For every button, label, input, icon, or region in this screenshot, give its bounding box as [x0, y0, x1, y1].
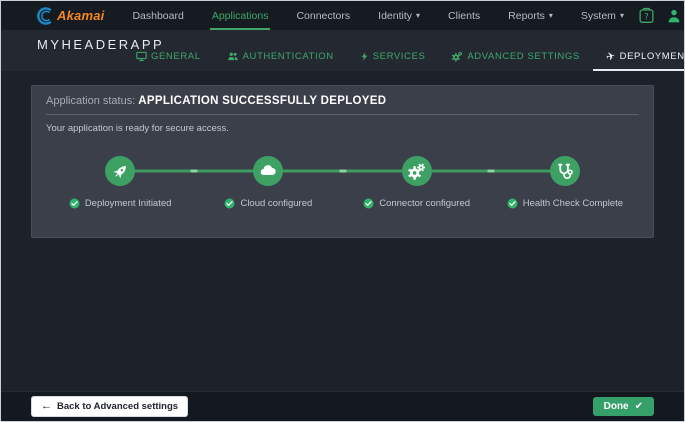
step-label-health-check: Health Check Complete [491, 198, 639, 209]
nav-system[interactable]: System ▾ [567, 1, 638, 30]
step-cloud-configured [194, 156, 342, 186]
status-value: APPLICATION SUCCESSFULLY DEPLOYED [138, 95, 387, 107]
nav-identity[interactable]: Identity ▾ [364, 1, 434, 30]
timeline-labels: Deployment Initiated Cloud configured Co… [46, 198, 639, 209]
user-icon[interactable] [666, 8, 682, 24]
timeline-steps [46, 156, 639, 186]
monitor-icon [136, 51, 147, 62]
chevron-down-icon: ▾ [416, 11, 421, 20]
topbar-right-controls: ? Trial [638, 7, 684, 24]
help-icon[interactable]: ? [638, 7, 655, 24]
panel-divider [46, 114, 639, 115]
arrow-left-icon: ← [41, 400, 52, 412]
tab-services[interactable]: SERVICES [347, 50, 439, 71]
footer-action-bar: ← Back to Advanced settings Done ✔ [1, 391, 684, 421]
akamai-logo[interactable]: Akamai [37, 6, 105, 25]
nav-applications[interactable]: Applications [198, 1, 283, 30]
nav-connectors[interactable]: Connectors [282, 1, 364, 30]
deployment-content: Application status: APPLICATION SUCCESSFU… [1, 71, 684, 238]
gears-icon [408, 163, 426, 180]
tab-authentication[interactable]: AUTHENTICATION [214, 50, 347, 71]
check-badge-icon [507, 198, 518, 209]
tab-deployment[interactable]: ✈ DEPLOYMENT [592, 49, 684, 71]
status-label: Application status: [46, 95, 136, 107]
step-label-connector-configured: Connector configured [343, 198, 491, 209]
nav-dashboard[interactable]: Dashboard [118, 1, 197, 30]
users-icon [227, 52, 238, 61]
svg-text:?: ? [644, 12, 649, 22]
check-badge-icon [363, 198, 374, 209]
top-navigation-bar: Akamai Dashboard Applications Connectors… [1, 1, 684, 30]
status-subtitle: Your application is ready for secure acc… [46, 123, 229, 134]
check-badge-icon [69, 198, 80, 209]
main-nav: Dashboard Applications Connectors Identi… [118, 1, 638, 30]
step-health-check [491, 156, 639, 186]
step-circle [401, 156, 432, 186]
check-badge-icon [225, 198, 235, 209]
step-circle [253, 156, 284, 186]
akamai-logo-icon [37, 6, 52, 25]
app-header: MYHEADERAPP GENERAL AUTHENTICATION SERVI… [1, 30, 684, 71]
tab-general[interactable]: GENERAL [123, 50, 214, 71]
nav-clients[interactable]: Clients [434, 1, 494, 30]
chevron-down-icon: ▾ [619, 11, 624, 20]
deployment-status-panel: Application status: APPLICATION SUCCESSFU… [31, 85, 654, 238]
plane-icon: ✈ [604, 49, 618, 65]
brand-name: Akamai [57, 8, 105, 23]
stethoscope-icon [558, 163, 574, 179]
chevron-down-icon: ▾ [548, 11, 553, 20]
gears-icon [452, 51, 463, 62]
app-tabs: GENERAL AUTHENTICATION SERVICES ADVANCED… [123, 49, 684, 71]
step-deployment-initiated [46, 156, 194, 186]
rocket-icon [113, 165, 126, 178]
step-circle [549, 156, 580, 186]
tab-advanced-settings[interactable]: ADVANCED SETTINGS [438, 50, 592, 71]
back-to-advanced-settings-button[interactable]: ← Back to Advanced settings [31, 396, 189, 417]
cloud-icon [261, 165, 277, 176]
akamai-eaa-window: Akamai Dashboard Applications Connectors… [0, 0, 685, 422]
step-label-deployment-initiated: Deployment Initiated [46, 198, 194, 209]
step-connector-configured [343, 156, 491, 186]
step-circle [105, 156, 136, 186]
check-icon: ✔ [634, 401, 643, 412]
done-button[interactable]: Done ✔ [592, 397, 654, 416]
nav-reports[interactable]: Reports ▾ [494, 1, 567, 30]
deployment-timeline [46, 156, 639, 186]
bolt-icon [361, 52, 368, 61]
application-status-header: Application status: APPLICATION SUCCESSFU… [46, 86, 639, 107]
step-label-cloud-configured: Cloud configured [194, 198, 342, 209]
